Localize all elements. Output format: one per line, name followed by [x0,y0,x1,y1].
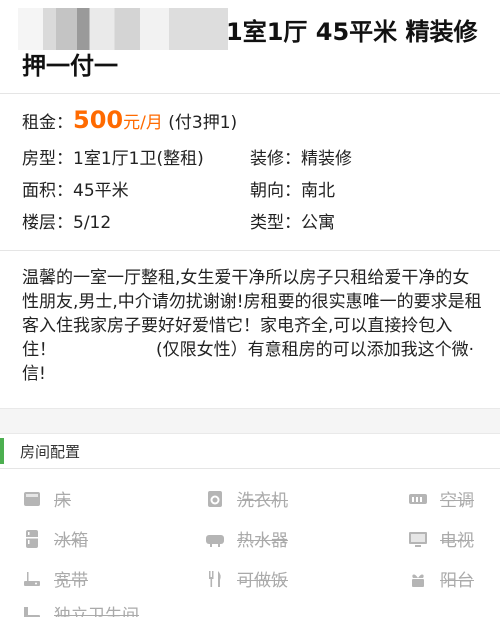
decor-row: 装修：精装修 [250,144,352,169]
facility-label: 阳台 [440,571,474,591]
orientation-row: 朝向：南北 [250,176,335,201]
water-heater-icon [205,529,225,549]
facility-label: 宽带 [54,571,88,591]
facilities-header: 房间配置 [0,436,500,466]
floor-value: 5/12 [73,213,112,233]
facility-broadband: 宽带 [22,566,88,591]
air-conditioner-icon [408,489,428,509]
redacted-contact [56,341,156,359]
rent-unit: 元/月 [123,113,163,133]
facility-label: 冰箱 [54,531,88,551]
rent-price: 租金：500元/月 (付3押1) [22,106,237,134]
area-row: 面积：45平米 [22,176,129,201]
facility-water-heater: 热水器 [205,526,288,551]
facility-label: 床 [54,491,71,511]
washer-icon [205,489,225,509]
title-line-1: 1室1厅 45平米 精装修 [226,18,478,46]
layout-label: 房型： [22,149,73,169]
decor-label: 装修： [250,149,301,169]
fridge-icon [22,529,42,549]
facility-fridge: 冰箱 [22,526,88,551]
divider [0,250,500,251]
rent-label: 租金： [22,113,73,133]
type-row: 类型：公寓 [250,208,335,233]
decor-value: 精装修 [301,149,352,169]
type-label: 类型： [250,213,301,233]
balcony-icon [408,569,428,589]
layout-row: 房型：1室1厅1卫(整租) [22,144,204,169]
area-label: 面积： [22,181,73,201]
section-accent-bar [0,438,4,464]
router-icon [22,569,42,589]
tv-icon [408,529,428,549]
cutlery-icon [205,569,225,589]
section-gap [0,408,500,434]
layout-value: 1室1厅1卫(整租) [73,149,204,169]
facility-cooking: 可做饭 [205,566,288,591]
facility-washer: 洗衣机 [205,486,288,511]
facilities-title: 房间配置 [20,443,81,461]
blurred-title-prefix [18,8,228,50]
title-line-2: 押一付一 [22,52,118,80]
facility-bathroom: 独立卫生间 [22,601,139,617]
facility-balcony: 阳台 [408,566,474,591]
rent-terms: (付3押1) [162,113,238,133]
floor-label: 楼层： [22,213,73,233]
facility-bed: 床 [22,486,71,511]
bed-icon [22,489,42,509]
listing-title: 1室1厅 45平米 精装修 押一付一 [0,0,500,92]
divider [0,93,500,94]
floor-row: 楼层：5/12 [22,208,111,233]
orientation-label: 朝向： [250,181,301,201]
orientation-value: 南北 [301,181,335,201]
divider [0,468,500,469]
facility-label: 空调 [440,491,474,511]
bathroom-icon [22,604,42,617]
type-value: 公寓 [301,213,335,233]
facility-label: 电视 [440,531,474,551]
facility-label: 可做饭 [237,571,288,591]
facility-label: 洗衣机 [237,491,288,511]
facility-label: 独立卫生间 [54,606,139,617]
facility-label: 热水器 [237,531,288,551]
listing-description: 温馨的一室一厅整租,女生爱干净所以房子只租给爱干净的女性朋友,男士,中介请勿扰谢… [22,266,484,386]
rent-amount: 500 [73,106,124,134]
facility-aircon: 空调 [408,486,474,511]
facility-tv: 电视 [408,526,474,551]
area-value: 45平米 [73,181,129,201]
